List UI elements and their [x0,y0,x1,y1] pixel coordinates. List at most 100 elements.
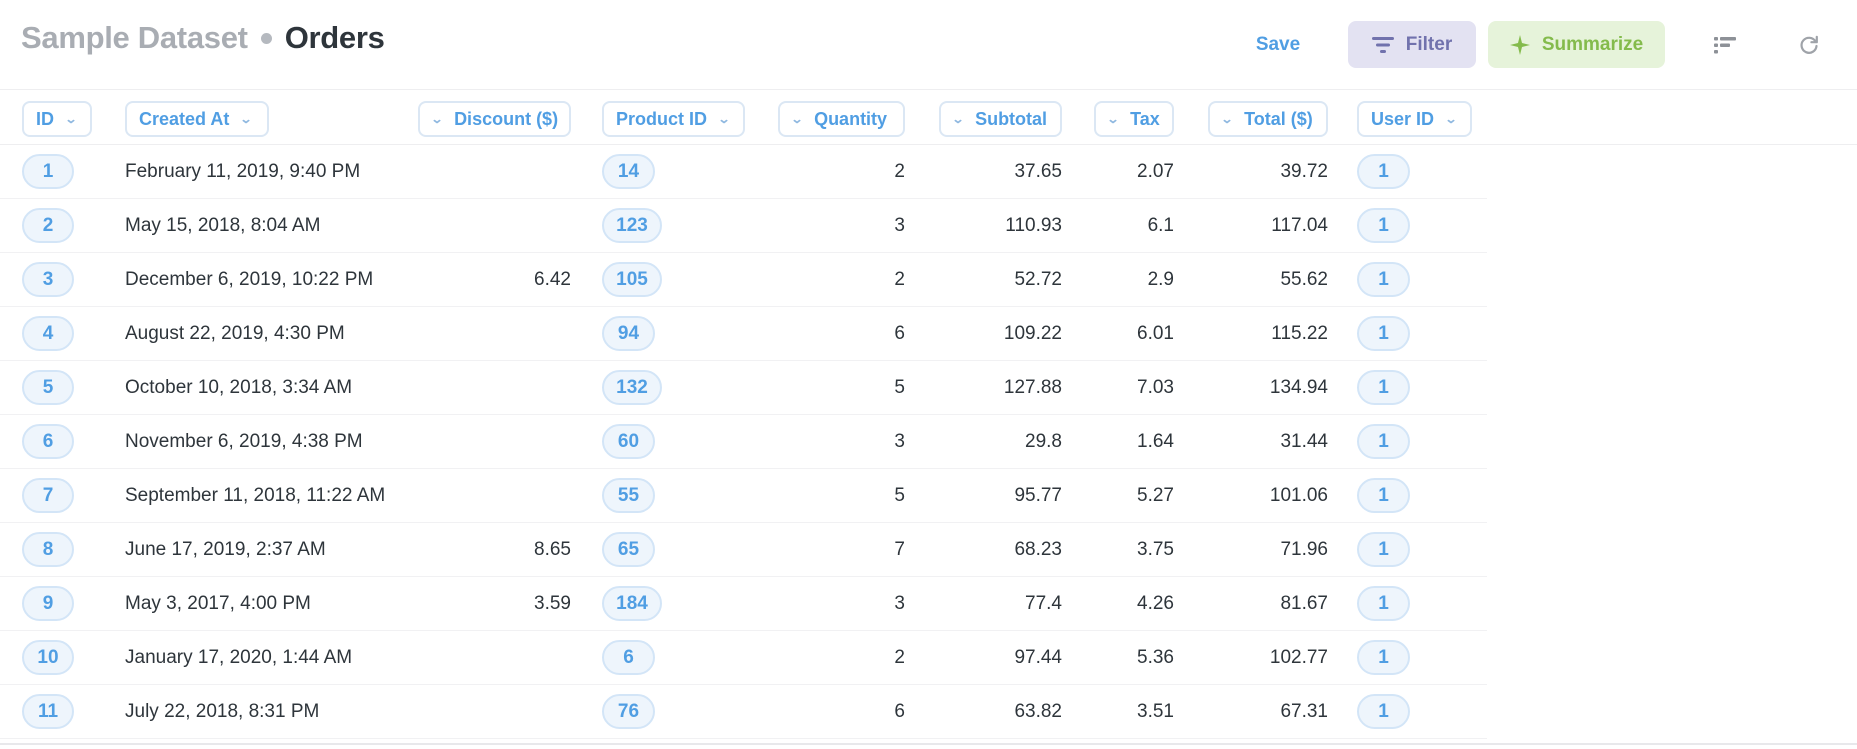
list-view-icon[interactable] [1708,28,1742,62]
column-header-product-id[interactable]: Product ID ⌄ [602,101,745,137]
column-header-label: ID [36,108,54,129]
column-header-created-at[interactable]: Created At ⌄ [125,101,269,137]
user-id-link[interactable]: 1 [1357,370,1410,405]
product-id-link[interactable]: 6 [602,640,655,675]
save-button-label: Save [1255,33,1301,55]
column-header-id[interactable]: ID ⌄ [22,101,92,137]
id-link[interactable]: 8 [22,532,74,567]
created-at-cell: June 17, 2019, 2:37 AM [125,538,326,560]
total-cell: 81.67 [1280,592,1328,614]
results-table: ID ⌄ Created At ⌄ ⌄ Discount ($) Product ID… [0,91,1857,739]
id-link[interactable]: 2 [22,208,74,243]
id-link[interactable]: 3 [22,262,74,297]
product-id-link[interactable]: 76 [602,694,655,729]
product-id-link[interactable]: 65 [602,532,655,567]
id-link[interactable]: 5 [22,370,74,405]
user-id-link[interactable]: 1 [1357,154,1410,189]
user-id-link[interactable]: 1 [1357,640,1410,675]
sparkle-icon [1509,34,1530,55]
discount-cell: 6.42 [534,268,571,290]
table-row: 2 May 15, 2018, 8:04 AM 123 3 110.93 6.1 117.0… [0,199,1487,253]
table-row: 4 August 22, 2019, 4:30 PM 94 6 109.22 6.01 11… [0,307,1487,361]
save-button[interactable]: Save [1238,21,1318,68]
product-id-link[interactable]: 184 [602,586,662,621]
user-id-link[interactable]: 1 [1357,316,1410,351]
column-header-user-id[interactable]: User ID ⌄ [1357,101,1472,137]
column-header-label: Product ID [616,108,708,129]
total-cell: 71.96 [1280,538,1328,560]
id-link[interactable]: 1 [22,154,74,189]
tax-cell: 3.75 [1137,538,1174,560]
product-id-link[interactable]: 60 [602,424,655,459]
table-row: 11 July 22, 2018, 8:31 PM 76 6 63.82 3.51 67.3… [0,685,1487,739]
user-id-link[interactable]: 1 [1357,262,1410,297]
user-id-link[interactable]: 1 [1357,586,1410,621]
column-header-label: Quantity [814,108,888,129]
subtotal-cell: 52.72 [1014,268,1062,290]
table-row: 8 June 17, 2019, 2:37 AM 8.65 65 7 68.23 3.75 7… [0,523,1487,577]
product-id-link[interactable]: 123 [602,208,662,243]
subtotal-cell: 68.23 [1014,538,1062,560]
quantity-cell: 3 [894,214,905,236]
created-at-cell: December 6, 2019, 10:22 PM [125,268,374,290]
id-link[interactable]: 7 [22,478,74,513]
filter-button[interactable]: Filter [1348,21,1476,68]
total-cell: 67.31 [1280,700,1328,722]
quantity-cell: 5 [894,376,905,398]
product-id-link[interactable]: 14 [602,154,655,189]
summarize-button[interactable]: Summarize [1488,21,1665,68]
total-cell: 31.44 [1280,430,1328,452]
product-id-link[interactable]: 55 [602,478,655,513]
created-at-cell: October 10, 2018, 3:34 AM [125,376,353,398]
column-header-label: Discount ($) [454,108,559,129]
user-id-link[interactable]: 1 [1357,532,1410,567]
user-id-link[interactable]: 1 [1357,208,1410,243]
user-id-link[interactable]: 1 [1357,694,1410,729]
chevron-down-icon: ⌄ [1220,112,1234,126]
product-id-link[interactable]: 94 [602,316,655,351]
tax-cell: 7.03 [1137,376,1174,398]
id-link[interactable]: 6 [22,424,74,459]
created-at-cell: November 6, 2019, 4:38 PM [125,430,363,452]
subtotal-cell: 97.44 [1014,646,1062,668]
id-link[interactable]: 9 [22,586,74,621]
created-at-cell: February 11, 2019, 9:40 PM [125,160,361,182]
user-id-link[interactable]: 1 [1357,424,1410,459]
user-id-link[interactable]: 1 [1357,478,1410,513]
chevron-down-icon: ⌄ [430,112,444,126]
tax-cell: 1.64 [1137,430,1174,452]
breadcrumb: Sample Dataset Orders [21,20,385,56]
total-cell: 102.77 [1269,646,1328,668]
total-cell: 101.06 [1269,484,1328,506]
id-link[interactable]: 10 [22,640,74,675]
quantity-cell: 5 [894,484,905,506]
tax-cell: 2.07 [1137,160,1174,182]
product-id-link[interactable]: 105 [602,262,662,297]
column-header-subtotal[interactable]: ⌄ Subtotal [939,101,1062,137]
table-row: 10 January 17, 2020, 1:44 AM 6 2 97.44 5.36 10… [0,631,1487,685]
table-row: 1 February 11, 2019, 9:40 PM 14 2 37.65 2.07 3… [0,145,1487,199]
column-header-total[interactable]: ⌄ Total ($) [1208,101,1328,137]
refresh-icon[interactable] [1792,28,1826,62]
breadcrumb-database[interactable]: Sample Dataset [21,20,248,56]
id-link[interactable]: 11 [22,694,74,729]
column-header-label: User ID [1371,108,1435,129]
discount-cell [418,631,571,684]
quantity-cell: 7 [894,538,905,560]
subtotal-cell: 37.65 [1014,160,1062,182]
created-at-cell: September 11, 2018, 11:22 AM [125,484,386,506]
column-header-quantity[interactable]: ⌄ Quantity [778,101,905,137]
page-title[interactable]: Orders [285,20,385,56]
total-cell: 55.62 [1280,268,1328,290]
discount-cell [418,685,571,738]
created-at-cell: May 3, 2017, 4:00 PM [125,592,311,614]
product-id-link[interactable]: 132 [602,370,662,405]
column-header-label: Subtotal [975,108,1048,129]
tax-cell: 5.27 [1137,484,1174,506]
column-header-discount[interactable]: ⌄ Discount ($) [418,101,571,137]
id-link[interactable]: 4 [22,316,74,351]
column-header-tax[interactable]: ⌄ Tax [1094,101,1174,137]
quantity-cell: 2 [894,268,905,290]
subtotal-cell: 77.4 [1025,592,1062,614]
subtotal-cell: 109.22 [1003,322,1062,344]
